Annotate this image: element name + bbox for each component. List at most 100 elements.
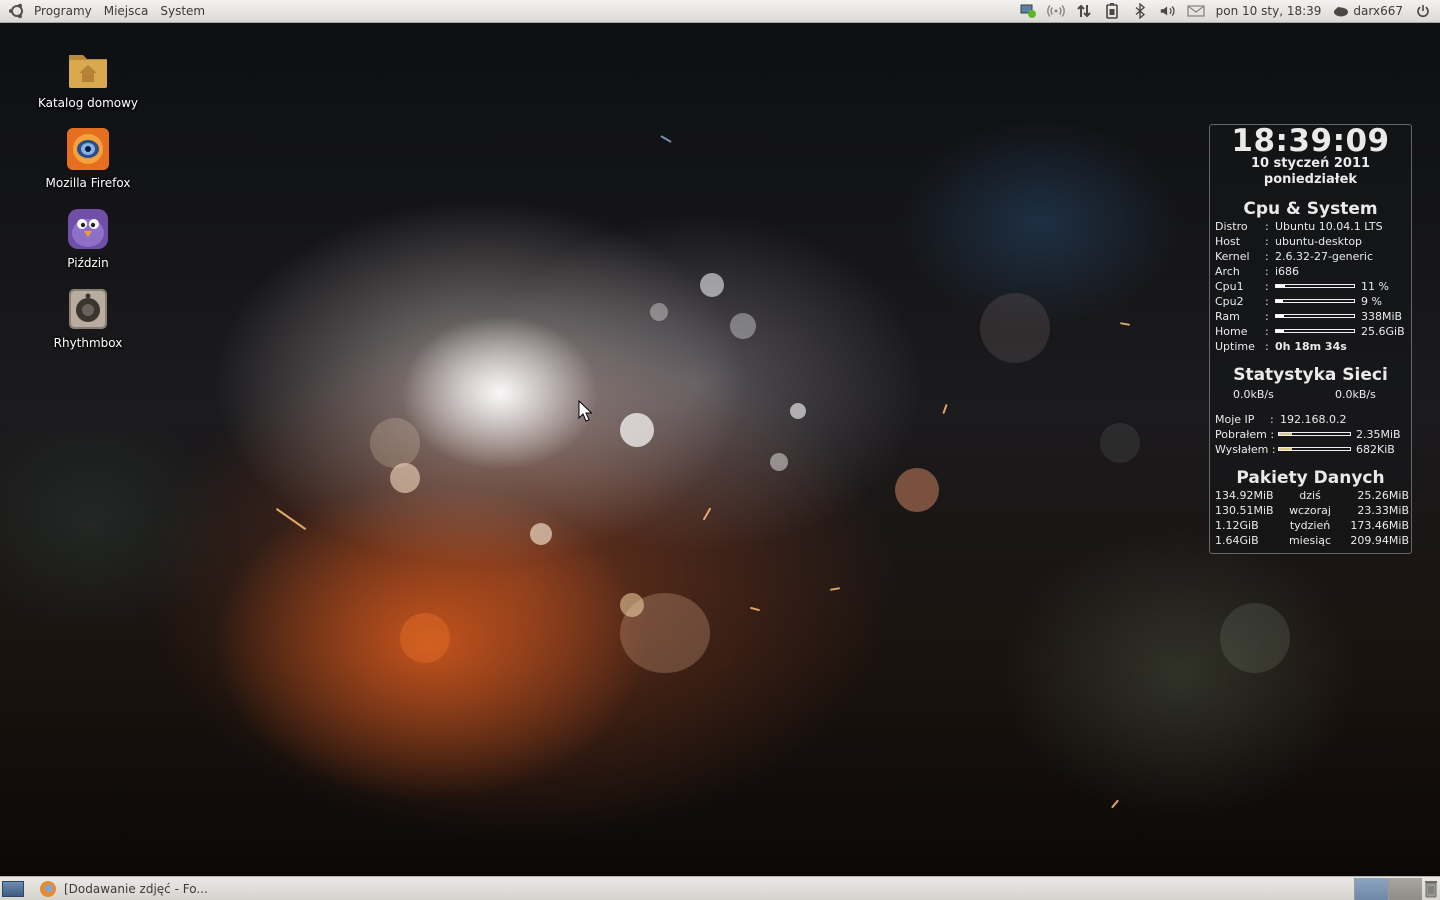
mouse-cursor-icon [578,399,593,422]
desktop-icon-label: Piździn [67,256,109,270]
spark-streak [942,403,948,415]
packet-down: 1.64GiB [1215,534,1259,547]
mail-icon[interactable] [1187,2,1205,20]
cpu1-row: Cpu1 : 11 % [1215,280,1389,293]
spark-streak [749,606,761,612]
home-row: Home : 25.6GiB [1215,325,1405,338]
conky-monitor: 18:39:09 10 styczeń 2011 poniedziałek Cp… [1209,123,1412,554]
bokeh-light [400,613,450,663]
home-folder-icon [66,47,110,91]
downloaded-bar [1278,432,1351,436]
bokeh-light [620,593,644,617]
desktop-icon-label: Katalog domowy [37,96,139,110]
power-icon[interactable] [1414,2,1432,20]
conky-weekday: poniedziałek [1263,172,1358,187]
menu-system[interactable]: System [154,0,211,23]
user-status-icon [1333,5,1349,17]
downloaded-row: Pobrałem : 2.35MiB [1215,428,1401,441]
download-speed: 0.0kB/s [1233,388,1274,401]
ubuntu-logo-icon[interactable] [8,2,26,20]
packet-period: wczoraj [1289,504,1331,517]
show-desktop-button[interactable] [2,880,24,897]
taskbar-item-firefox[interactable]: [Dodawanie zdjęć - Fo... [40,878,216,900]
desktop-icon-pidgin[interactable]: Piździn [33,207,143,270]
packet-down: 134.92MiB [1215,489,1274,502]
firefox-icon [40,880,56,897]
desktop-icon-firefox[interactable]: Mozilla Firefox [33,127,143,190]
network-transfer-icon[interactable] [1075,2,1093,20]
packet-down: 130.51MiB [1215,504,1274,517]
packet-down: 1.12GiB [1215,519,1259,532]
rhythmbox-icon [66,287,110,331]
spark-streak [660,135,672,143]
spark-streak [702,507,712,521]
bokeh-light [530,523,552,545]
workspace-2[interactable] [1388,877,1422,900]
ram-row: Ram : 338MiB [1215,310,1403,323]
trash-icon[interactable] [1422,878,1440,900]
bokeh-light [700,273,724,297]
desktop-icon-label: Mozilla Firefox [45,176,131,190]
packet-period: miesiąc [1288,534,1332,547]
system-row: Distro : Ubuntu 10.04.1 LTS [1215,220,1383,233]
packet-up: 173.46MiB [1350,519,1409,532]
uploaded-bar [1278,447,1351,451]
system-row: Arch : i686 [1215,265,1300,278]
spark-streak [1111,799,1119,809]
cpu2-row: Cpu2 : 9 % [1215,295,1382,308]
volume-icon[interactable] [1159,2,1177,20]
user-menu[interactable]: darx667 [1327,4,1409,18]
usage-bar [1275,329,1355,333]
pidgin-icon [66,207,110,251]
bokeh-light [790,403,806,419]
conky-time: 18:39:09 [1231,123,1390,159]
desktop-icon-home[interactable]: Katalog domowy [33,47,143,110]
usage-bar [1275,299,1355,303]
usage-bar [1275,284,1355,288]
system-heading: Cpu & System [1243,199,1378,219]
usage-bar [1275,314,1355,318]
bokeh-light [980,293,1050,363]
clock[interactable]: pon 10 sty, 18:39 [1210,4,1328,18]
desktop-icon-rhythmbox[interactable]: Rhythmbox [33,287,143,350]
menu-places[interactable]: Miejsca [98,0,155,23]
network-status-icon[interactable] [1019,2,1037,20]
spark-streak [1119,322,1131,326]
upload-speed: 0.0kB/s [1335,388,1376,401]
uploaded-row: Wysłałem : 682KiB [1215,443,1395,456]
menu-applications[interactable]: Programy [28,0,98,23]
user-name: darx667 [1353,4,1403,18]
workspace-switcher [1354,877,1422,900]
wireless-icon[interactable] [1046,2,1065,20]
system-row: Kernel : 2.6.32-27-generic [1215,250,1374,263]
bokeh-light [620,413,654,447]
uptime-row: Uptime : 0h 18m 34s [1215,340,1347,353]
system-tray: pon 10 sty, 18:39 darx667 [1014,0,1440,23]
packet-period: dziś [1299,489,1321,502]
bokeh-light [895,468,939,512]
system-row: Host : ubuntu-desktop [1215,235,1363,248]
bokeh-light [370,418,420,468]
bokeh-light [1100,423,1140,463]
packet-up: 25.26MiB [1357,489,1409,502]
network-heading: Statystyka Sieci [1233,365,1388,385]
ip-row: Moje IP : 192.168.0.2 [1215,413,1347,426]
bokeh-light [650,303,668,321]
bokeh-light [730,313,756,339]
bluetooth-icon[interactable] [1131,2,1149,20]
firefox-icon [66,127,110,171]
desktop-icon-label: Rhythmbox [53,336,123,350]
packet-up: 209.94MiB [1350,534,1409,547]
spark-streak [275,507,307,531]
packets-heading: Pakiety Danych [1236,468,1385,488]
taskbar-item-label: [Dodawanie zdjęć - Fo... [64,881,208,896]
bottom-panel: [Dodawanie zdjęć - Fo... [0,876,1440,900]
battery-icon[interactable] [1103,2,1121,20]
packet-up: 23.33MiB [1357,504,1409,517]
workspace-1[interactable] [1354,877,1388,900]
top-panel: Programy Miejsca System pon 10 sty, 18:3… [0,0,1440,23]
bokeh-light [1220,603,1290,673]
packet-period: tydzień [1289,519,1331,532]
bokeh-light [770,453,788,471]
spark-streak [829,587,841,591]
